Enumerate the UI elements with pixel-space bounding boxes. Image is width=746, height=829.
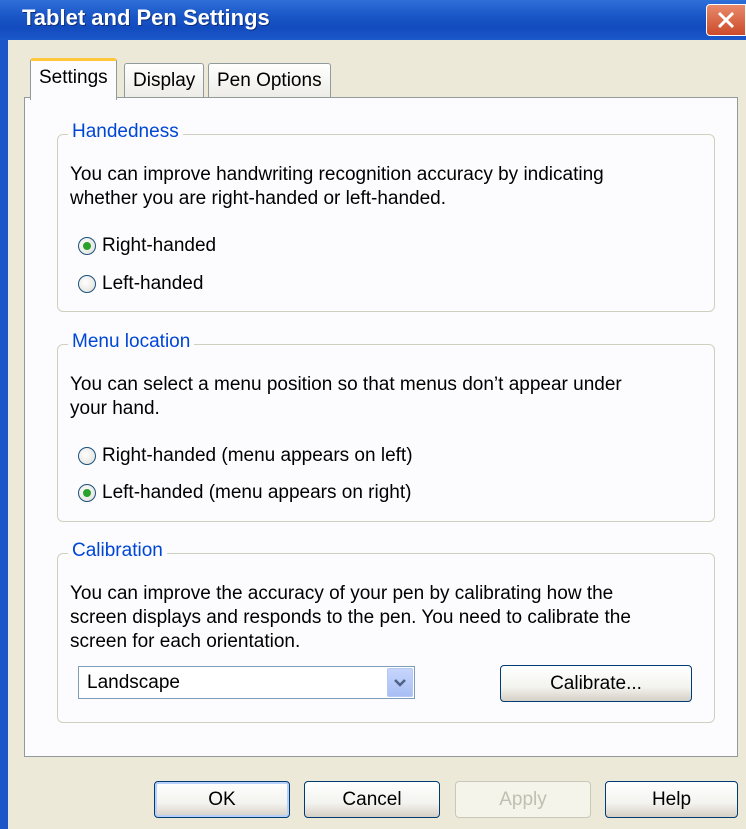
menu-location-description: You can select a menu position so that m…	[70, 373, 622, 421]
handedness-desc-line1: You can improve handwriting recognition …	[70, 164, 604, 185]
radio-unchecked-icon	[78, 447, 96, 465]
calibration-legend: Calibration	[68, 540, 167, 562]
tab-pen-options-label: Pen Options	[217, 70, 322, 91]
calibration-desc-line1: You can improve the accuracy of your pen…	[70, 583, 614, 604]
ok-button-label: OK	[208, 789, 236, 810]
calibration-desc-line2: screen displays and responds to the pen.…	[70, 607, 631, 628]
help-button[interactable]: Help	[605, 781, 738, 818]
handedness-legend: Handedness	[68, 121, 183, 143]
handedness-left-radio[interactable]: Left-handed	[78, 273, 203, 295]
settings-tab-panel: Handedness You can improve handwriting r…	[24, 97, 738, 757]
calibration-description: You can improve the accuracy of your pen…	[70, 582, 631, 654]
menu-location-legend: Menu location	[68, 331, 195, 353]
handedness-description: You can improve handwriting recognition …	[70, 163, 604, 211]
menu-left-handed-label: Left-handed (menu appears on right)	[102, 482, 412, 503]
menu-right-handed-label: Right-handed (menu appears on left)	[102, 445, 413, 466]
radio-unchecked-icon	[78, 275, 96, 293]
menu-location-desc-line2: your hand.	[70, 398, 160, 419]
close-button[interactable]	[706, 4, 746, 36]
handedness-left-label: Left-handed	[102, 273, 204, 294]
calibrate-button-label: Calibrate...	[550, 673, 642, 694]
close-icon	[717, 11, 735, 29]
radio-checked-icon	[78, 484, 96, 502]
radio-checked-icon	[78, 237, 96, 255]
orientation-value: Landscape	[87, 672, 180, 693]
menu-location-group: Menu location You can select a menu posi…	[57, 331, 715, 522]
window-left-border	[0, 40, 8, 829]
handedness-group: Handedness You can improve handwriting r…	[57, 121, 715, 312]
calibrate-button[interactable]: Calibrate...	[500, 665, 692, 702]
tab-display-label: Display	[133, 70, 196, 91]
menu-right-handed-radio[interactable]: Right-handed (menu appears on left)	[78, 445, 413, 467]
orientation-select[interactable]: Landscape	[78, 666, 415, 699]
calibration-desc-line3: screen for each orientation.	[70, 631, 301, 652]
tablet-pen-settings-dialog: Tablet and Pen Settings Settings Display…	[0, 0, 746, 829]
tab-pen-options[interactable]: Pen Options	[208, 63, 331, 99]
handedness-right-radio[interactable]: Right-handed	[78, 235, 216, 257]
menu-location-desc-line1: You can select a menu position so that m…	[70, 374, 622, 395]
dropdown-arrow-button[interactable]	[387, 668, 413, 697]
handedness-desc-line2: whether you are right-handed or left-han…	[70, 188, 447, 209]
tab-settings-label: Settings	[39, 67, 108, 88]
chevron-down-icon	[394, 679, 406, 687]
title-bar[interactable]: Tablet and Pen Settings	[0, 0, 746, 40]
cancel-button-label: Cancel	[342, 789, 402, 810]
handedness-right-label: Right-handed	[102, 235, 217, 256]
apply-button-label: Apply	[499, 789, 547, 810]
apply-button[interactable]: Apply	[455, 781, 591, 818]
window-title: Tablet and Pen Settings	[22, 5, 270, 30]
menu-left-handed-radio[interactable]: Left-handed (menu appears on right)	[78, 482, 411, 504]
ok-button[interactable]: OK	[154, 781, 290, 818]
cancel-button[interactable]: Cancel	[304, 781, 440, 818]
tab-display[interactable]: Display	[124, 63, 205, 99]
tab-settings[interactable]: Settings	[30, 58, 117, 100]
help-button-label: Help	[651, 789, 692, 810]
